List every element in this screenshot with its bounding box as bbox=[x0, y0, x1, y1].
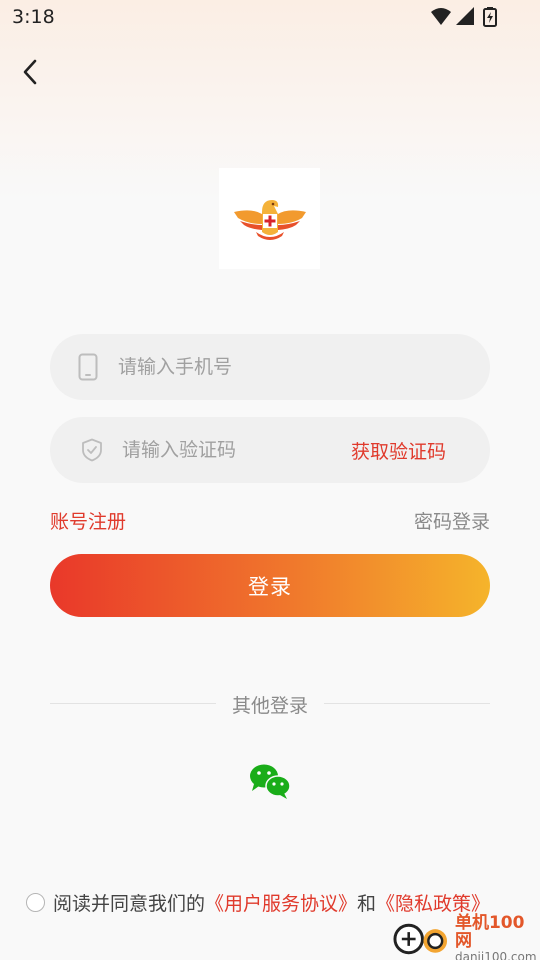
agree-checkbox[interactable] bbox=[26, 893, 45, 912]
agreement-row: 阅读并同意我们的 《用户服务协议》 和 《隐私政策》 bbox=[26, 889, 490, 916]
code-field: 获取验证码 bbox=[50, 417, 490, 483]
back-arrow-icon bbox=[23, 59, 37, 85]
divider-left bbox=[50, 703, 216, 704]
watermark: 单机100网 danji100.com bbox=[392, 912, 540, 960]
phone-input[interactable] bbox=[118, 356, 338, 378]
battery-icon bbox=[483, 7, 497, 27]
app-logo bbox=[219, 168, 320, 269]
shield-check-icon bbox=[72, 430, 112, 470]
password-login-link[interactable]: 密码登录 bbox=[414, 507, 490, 534]
watermark-cn: 单机100网 bbox=[454, 912, 525, 951]
login-button[interactable]: 登录 bbox=[50, 554, 490, 617]
wifi-icon bbox=[431, 8, 451, 25]
other-login-title: 其他登录 bbox=[231, 695, 308, 717]
get-code-button[interactable]: 获取验证码 bbox=[351, 437, 446, 464]
status-time: 3:18 bbox=[12, 6, 55, 28]
wechat-login-button[interactable] bbox=[248, 762, 292, 800]
register-link[interactable]: 账号注册 bbox=[50, 507, 126, 534]
phone-icon bbox=[68, 347, 108, 387]
user-agreement-link[interactable]: 《用户服务协议》 bbox=[205, 889, 357, 916]
code-input[interactable] bbox=[122, 439, 342, 461]
watermark-en: danji100.com bbox=[454, 949, 537, 960]
agreement-prefix: 阅读并同意我们的 bbox=[53, 893, 206, 915]
eagle-logo-icon bbox=[233, 199, 306, 240]
divider-right bbox=[324, 703, 490, 704]
wechat-icon bbox=[250, 764, 291, 799]
privacy-policy-link[interactable]: 《隐私政策》 bbox=[376, 889, 490, 916]
back-button[interactable] bbox=[12, 54, 48, 90]
status-icons bbox=[430, 6, 502, 28]
signal-icon bbox=[456, 7, 474, 25]
phone-field bbox=[50, 334, 490, 400]
agreement-and: 和 bbox=[357, 893, 377, 915]
watermark-logo bbox=[393, 923, 448, 955]
